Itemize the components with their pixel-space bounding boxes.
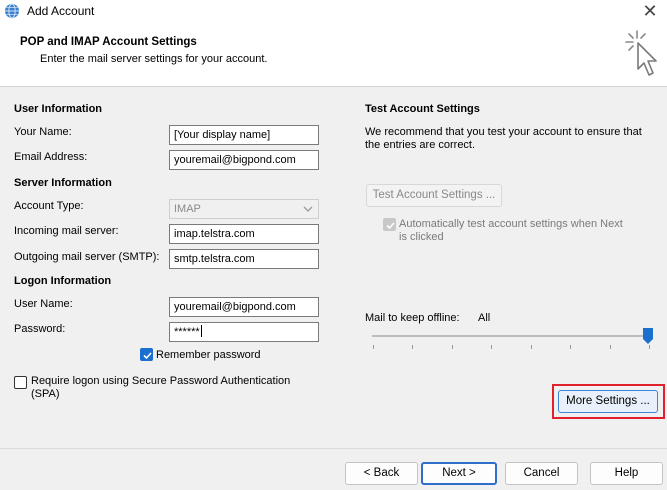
click-cursor-icon	[625, 30, 657, 76]
username-label: User Name:	[14, 298, 73, 310]
slider-tick	[610, 345, 611, 349]
next-button[interactable]: Next >	[421, 462, 497, 485]
incoming-server-label: Incoming mail server:	[14, 225, 119, 237]
cancel-button[interactable]: Cancel	[505, 462, 578, 485]
account-type-label: Account Type:	[14, 200, 84, 212]
password-input[interactable]: ******	[169, 322, 319, 342]
page-title: POP and IMAP Account Settings	[20, 36, 197, 48]
offline-value: All	[478, 312, 491, 324]
check-icon	[386, 222, 395, 230]
outlook-globe-icon	[5, 3, 19, 19]
account-type-select[interactable]: IMAP	[169, 199, 319, 219]
slider-tick	[531, 345, 532, 349]
title-bar	[0, 0, 667, 24]
slider-tick	[412, 345, 413, 349]
auto-test-checkbox[interactable]	[383, 218, 396, 231]
your-name-label: Your Name:	[14, 126, 72, 138]
auto-test-label-line1: Automatically test account settings when…	[399, 218, 623, 230]
slider-tick	[373, 345, 374, 349]
your-name-input[interactable]: [Your display name]	[169, 125, 319, 145]
logon-info-heading: Logon Information	[14, 275, 112, 287]
test-settings-desc-line1: We recommend that you test your account …	[365, 126, 642, 138]
password-label: Password:	[14, 323, 66, 335]
slider-tick	[649, 345, 650, 349]
incoming-server-input[interactable]: imap.telstra.com	[169, 224, 319, 244]
email-input[interactable]: youremail@bigpond.com	[169, 150, 319, 170]
offline-slider-track[interactable]	[372, 335, 652, 337]
password-value: ******	[174, 326, 200, 338]
outgoing-server-input[interactable]: smtp.telstra.com	[169, 249, 319, 269]
text-caret	[200, 325, 202, 337]
spa-checkbox[interactable]	[14, 376, 27, 389]
check-icon	[143, 352, 152, 360]
window-title: Add Account	[27, 4, 95, 18]
footer-divider	[0, 448, 667, 449]
offline-label: Mail to keep offline:	[365, 312, 460, 324]
account-type-value: IMAP	[174, 203, 201, 215]
slider-tick	[491, 345, 492, 349]
test-settings-desc-line2: the entries are correct.	[365, 139, 476, 151]
test-settings-heading: Test Account Settings	[365, 103, 480, 115]
server-info-heading: Server Information	[14, 177, 112, 189]
slider-tick	[452, 345, 453, 349]
chevron-down-icon	[303, 206, 313, 212]
spa-label-line1: Require logon using Secure Password Auth…	[31, 375, 291, 387]
outgoing-server-label: Outgoing mail server (SMTP):	[14, 251, 160, 263]
test-account-settings-button[interactable]: Test Account Settings ...	[366, 184, 502, 207]
user-info-heading: User Information	[14, 103, 103, 115]
email-label: Email Address:	[14, 151, 88, 163]
remember-password-checkbox[interactable]	[140, 348, 153, 361]
remember-password-label: Remember password	[156, 349, 261, 361]
offline-slider-thumb[interactable]	[643, 328, 653, 344]
help-button[interactable]: Help	[590, 462, 663, 485]
page-subtitle: Enter the mail server settings for your …	[40, 53, 268, 65]
auto-test-label-line2: is clicked	[399, 231, 444, 243]
more-settings-button[interactable]: More Settings ...	[558, 390, 658, 413]
slider-tick	[570, 345, 571, 349]
username-input[interactable]: youremail@bigpond.com	[169, 297, 319, 317]
back-button[interactable]: < Back	[345, 462, 418, 485]
close-button[interactable]: ✕	[633, 0, 667, 24]
spa-label-line2: (SPA)	[31, 388, 60, 400]
